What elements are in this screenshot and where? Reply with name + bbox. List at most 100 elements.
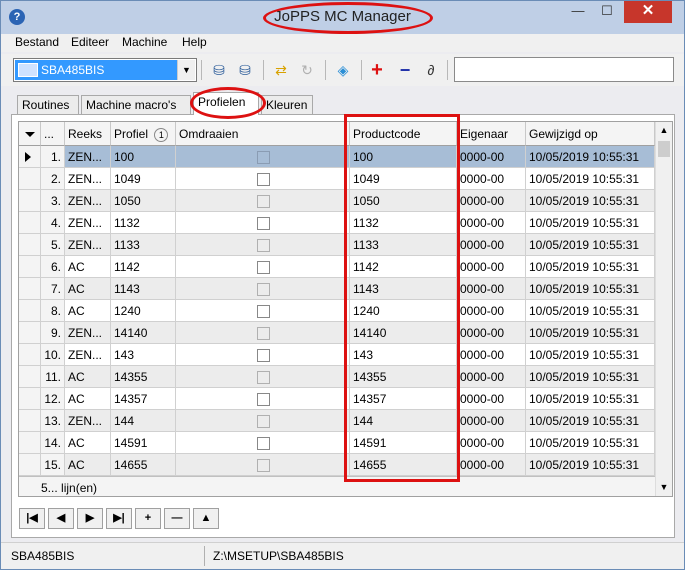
column-header-reeks[interactable]: Reeks (65, 122, 111, 146)
import-database-icon[interactable]: ⛁ (209, 60, 229, 80)
omdraaien-checkbox[interactable] (257, 327, 270, 340)
omdraaien-checkbox[interactable] (257, 393, 270, 406)
table-row[interactable]: 5. ZEN... 1133 1133 0000-00 10/05/2019 10:55:… (19, 234, 655, 256)
close-button[interactable]: ✕ (624, 1, 672, 23)
omdraaien-checkbox[interactable] (257, 151, 270, 164)
n-cell[interactable]: 5. (41, 234, 65, 256)
table-row[interactable]: 3. ZEN... 1050 1050 0000-00 10/05/2019 10:55:… (19, 190, 655, 212)
omdraaien-checkbox[interactable] (257, 415, 270, 428)
machine-select-value[interactable]: SBA485BIS (15, 60, 177, 80)
copy-folder-icon[interactable]: ⇄ (271, 60, 291, 80)
vertical-scrollbar[interactable]: ▲ ▼ (655, 122, 672, 496)
profiel-cell[interactable]: 143 (111, 344, 176, 366)
gewijzigd-cell[interactable]: 10/05/2019 10:55:31 (526, 278, 655, 300)
title-bar[interactable]: ? JoPPS MC Manager — ☐ ✕ (1, 1, 684, 34)
omdraaien-checkbox[interactable] (257, 349, 270, 362)
menu-editeer[interactable]: Editeer (71, 35, 109, 49)
reeks-cell[interactable]: ZEN... (65, 322, 111, 344)
omdraaien-cell[interactable] (176, 410, 350, 432)
gewijzigd-cell[interactable]: 10/05/2019 10:55:31 (526, 388, 655, 410)
omdraaien-cell[interactable] (176, 300, 350, 322)
eigenaar-cell[interactable]: 0000-00 (457, 344, 526, 366)
table-row[interactable]: 12. AC 14357 14357 0000-00 10/05/2019 10:55:3… (19, 388, 655, 410)
table-row[interactable]: 11. AC 14355 14355 0000-00 10/05/2019 10:55:3… (19, 366, 655, 388)
chevron-down-icon[interactable]: ▼ (177, 60, 195, 80)
gewijzigd-cell[interactable]: 10/05/2019 10:55:31 (526, 146, 655, 168)
omdraaien-cell[interactable] (176, 256, 350, 278)
menu-help[interactable]: Help (182, 35, 207, 49)
minimize-button[interactable]: — (564, 1, 592, 23)
gewijzigd-cell[interactable]: 10/05/2019 10:55:31 (526, 190, 655, 212)
gewijzigd-cell[interactable]: 10/05/2019 10:55:31 (526, 322, 655, 344)
reeks-cell[interactable]: ZEN... (65, 212, 111, 234)
n-cell[interactable]: 3. (41, 190, 65, 212)
profiel-cell[interactable]: 100 (111, 146, 176, 168)
refresh-icon[interactable]: ↻ (297, 60, 317, 80)
omdraaien-cell[interactable] (176, 388, 350, 410)
column-header-index[interactable]: ... (41, 122, 65, 146)
previous-record-button[interactable]: ◀ (48, 508, 74, 529)
omdraaien-cell[interactable] (176, 168, 350, 190)
gewijzigd-cell[interactable]: 10/05/2019 10:55:31 (526, 454, 655, 476)
omdraaien-checkbox[interactable] (257, 195, 270, 208)
eigenaar-cell[interactable]: 0000-00 (457, 146, 526, 168)
reeks-cell[interactable]: ZEN... (65, 146, 111, 168)
column-header-profiel[interactable]: Profiel 1 (111, 122, 176, 146)
tab-machine-macros[interactable]: Machine macro's (81, 95, 191, 115)
column-header-gewijzigd-op[interactable]: Gewijzigd op (526, 122, 655, 146)
n-cell[interactable]: 8. (41, 300, 65, 322)
table-row[interactable]: 15. AC 14655 14655 0000-00 10/05/2019 10:55:3… (19, 454, 655, 476)
scroll-thumb[interactable] (658, 141, 670, 157)
table-row[interactable]: 9. ZEN... 14140 14140 0000-00 10/05/2019 10:5… (19, 322, 655, 344)
table-row[interactable]: 4. ZEN... 1132 1132 0000-00 10/05/2019 10:55:… (19, 212, 655, 234)
omdraaien-cell[interactable] (176, 278, 350, 300)
table-row[interactable]: 6. AC 1142 1142 0000-00 10/05/2019 10:55:31 (19, 256, 655, 278)
scroll-down-icon[interactable]: ▼ (656, 479, 672, 496)
profiel-cell[interactable]: 14591 (111, 432, 176, 454)
n-cell[interactable]: 9. (41, 322, 65, 344)
delete-record-button[interactable]: — (164, 508, 190, 529)
gewijzigd-cell[interactable]: 10/05/2019 10:55:31 (526, 168, 655, 190)
n-cell[interactable]: 7. (41, 278, 65, 300)
table-row[interactable]: 8. AC 1240 1240 0000-00 10/05/2019 10:55:31 (19, 300, 655, 322)
export-database-icon[interactable]: ⛁ (235, 60, 255, 80)
machine-select[interactable]: SBA485BIS ▼ (13, 58, 197, 82)
column-header-omdraaien[interactable]: Omdraaien (176, 122, 350, 146)
omdraaien-cell[interactable] (176, 146, 350, 168)
remove-icon[interactable]: − (395, 60, 415, 80)
omdraaien-cell[interactable] (176, 234, 350, 256)
gewijzigd-cell[interactable]: 10/05/2019 10:55:31 (526, 432, 655, 454)
reeks-cell[interactable]: AC (65, 388, 111, 410)
profiel-cell[interactable]: 1050 (111, 190, 176, 212)
eigenaar-cell[interactable]: 0000-00 (457, 278, 526, 300)
package-icon[interactable]: ◈ (333, 60, 353, 80)
gewijzigd-cell[interactable]: 10/05/2019 10:55:31 (526, 410, 655, 432)
reeks-cell[interactable]: AC (65, 256, 111, 278)
omdraaien-cell[interactable] (176, 366, 350, 388)
profiel-cell[interactable]: 1240 (111, 300, 176, 322)
eigenaar-cell[interactable]: 0000-00 (457, 454, 526, 476)
profiel-cell[interactable]: 1132 (111, 212, 176, 234)
n-cell[interactable]: 11. (41, 366, 65, 388)
gewijzigd-cell[interactable]: 10/05/2019 10:55:31 (526, 256, 655, 278)
omdraaien-checkbox[interactable] (257, 283, 270, 296)
omdraaien-checkbox[interactable] (257, 173, 270, 186)
omdraaien-cell[interactable] (176, 344, 350, 366)
eigenaar-cell[interactable]: 0000-00 (457, 212, 526, 234)
n-cell[interactable]: 10. (41, 344, 65, 366)
n-cell[interactable]: 12. (41, 388, 65, 410)
add-icon[interactable]: + (367, 60, 387, 80)
toolbar-text-field[interactable] (454, 57, 674, 82)
reeks-cell[interactable]: AC (65, 454, 111, 476)
eigenaar-cell[interactable]: 0000-00 (457, 234, 526, 256)
reeks-cell[interactable]: AC (65, 278, 111, 300)
profiel-cell[interactable]: 14355 (111, 366, 176, 388)
omdraaien-checkbox[interactable] (257, 459, 270, 472)
reeks-cell[interactable]: AC (65, 432, 111, 454)
insert-record-button[interactable]: + (135, 508, 161, 529)
reeks-cell[interactable]: AC (65, 366, 111, 388)
gewijzigd-cell[interactable]: 10/05/2019 10:55:31 (526, 234, 655, 256)
gewijzigd-cell[interactable]: 10/05/2019 10:55:31 (526, 366, 655, 388)
menu-bestand[interactable]: Bestand (15, 35, 59, 49)
next-record-button[interactable]: ▶ (77, 508, 103, 529)
